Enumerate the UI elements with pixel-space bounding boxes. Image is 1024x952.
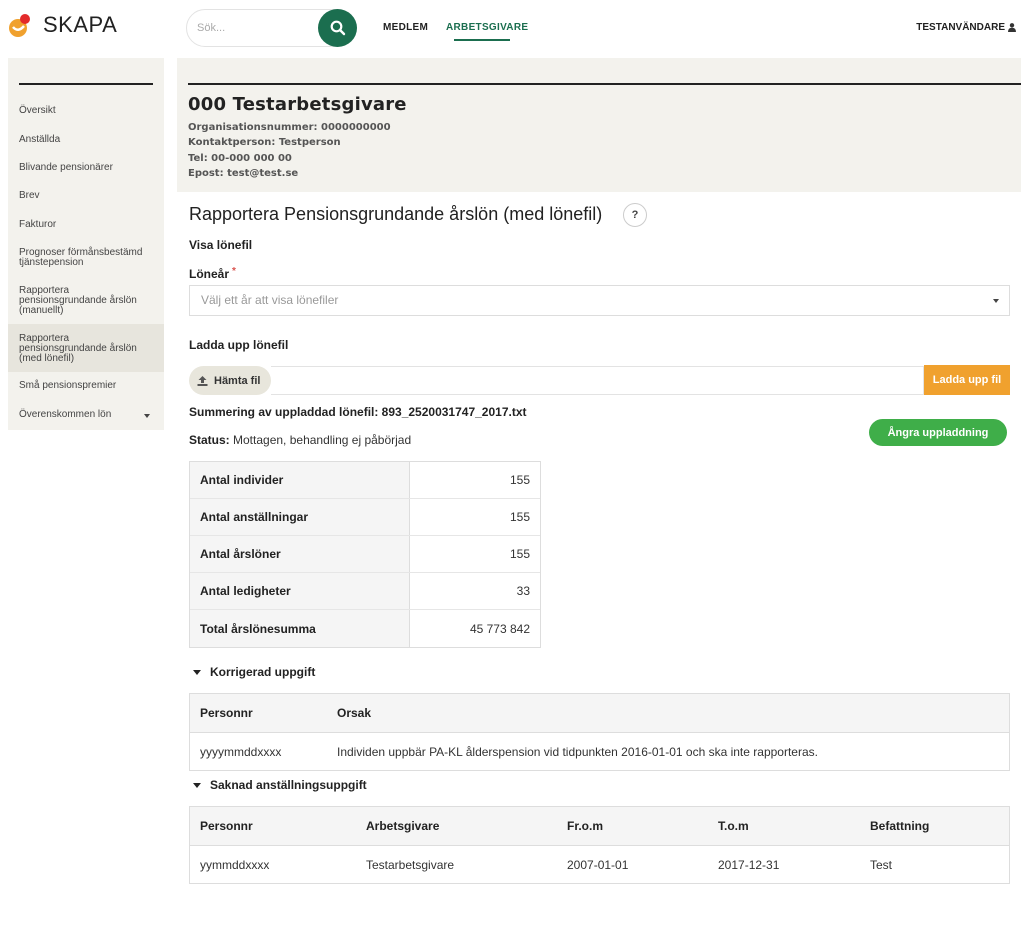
table-row: Total årslönesumma 45 773 842 <box>190 610 540 647</box>
salary-year-label: Löneår * <box>189 266 236 281</box>
salary-year-select[interactable]: Välj ett år att visa lönefiler <box>189 285 1010 316</box>
summary-table: Antal individer 155 Antal anställningar … <box>189 461 541 648</box>
column-header: Orsak <box>337 706 372 720</box>
nav-arbetsgivare[interactable]: ARBETSGIVARE <box>446 22 528 33</box>
salary-year-label-text: Löneår <box>189 267 230 281</box>
table-cell: yymmddxxxx <box>200 857 270 872</box>
table-cell: Testarbetsgivare <box>366 857 455 872</box>
search-button[interactable] <box>318 9 357 47</box>
upload-heading: Ladda upp lönefil <box>189 338 289 352</box>
employer-phone: Tel: 00-000 000 00 <box>188 153 292 164</box>
table-cell: 2017-12-31 <box>718 857 780 872</box>
help-button[interactable]: ? <box>623 203 647 227</box>
browse-file-label: Hämta fil <box>214 374 261 387</box>
nav-medlem[interactable]: MEDLEM <box>383 22 428 33</box>
chevron-down-icon <box>993 299 999 303</box>
stat-key: Antal individer <box>190 462 410 498</box>
column-header: Fr.o.m <box>567 819 604 833</box>
stat-value: 155 <box>509 510 530 524</box>
chevron-down-icon <box>144 414 150 418</box>
stat-key: Antal årslöner <box>190 536 410 572</box>
employer-title: 000 Testarbetsgivare <box>188 94 407 115</box>
banner-divider <box>188 83 1021 85</box>
table-row: Antal anställningar 155 <box>190 499 540 536</box>
column-header: Befattning <box>870 819 930 833</box>
employer-contact: Kontaktperson: Testperson <box>188 137 341 148</box>
table-header: Personnr Orsak <box>190 694 1009 733</box>
corrected-table: Personnr Orsak yyyymmddxxxx Individen up… <box>189 693 1010 771</box>
top-header: SKAPA MEDLEM ARBETSGIVARE TESTANVÄNDARE <box>0 0 1024 58</box>
sidebar-item-brev[interactable]: Brev <box>8 191 164 201</box>
upload-status: Status: Mottagen, behandling ej påbörjad <box>189 433 411 447</box>
sidebar-item-label: Överenskommen lön <box>19 409 112 420</box>
logo-icon <box>7 12 33 38</box>
sidebar-item-anstallda[interactable]: Anställda <box>8 135 164 145</box>
status-value: Mottagen, behandling ej påbörjad <box>233 433 412 447</box>
search-icon <box>330 20 345 36</box>
user-menu[interactable]: TESTANVÄNDARE <box>916 22 1016 33</box>
view-salary-file-heading: Visa lönefil <box>189 238 253 252</box>
missing-section-toggle[interactable]: Saknad anställningsuppgift <box>193 778 367 792</box>
stat-value: 155 <box>509 547 530 561</box>
corrected-section-toggle[interactable]: Korrigerad uppgift <box>193 665 315 679</box>
sidebar-item-prognoser[interactable]: Prognoser förmånsbestämd tjänstepension <box>8 248 148 268</box>
required-marker: * <box>232 266 236 277</box>
table-row: yyyymmddxxxx Individen uppbär PA-KL ålde… <box>190 733 1009 770</box>
sidebar-item-blivande-pensionarer[interactable]: Blivande pensionärer <box>8 163 164 173</box>
employer-banner: 000 Testarbetsgivare Organisationsnummer… <box>177 58 1021 192</box>
file-name-field[interactable] <box>271 366 924 395</box>
column-header: T.o.m <box>718 819 749 833</box>
table-cell: Test <box>870 857 893 872</box>
table-row: Antal årslöner 155 <box>190 536 540 573</box>
upload-row: Hämta fil Ladda upp fil <box>189 365 1010 395</box>
stat-key: Total årslönesumma <box>190 610 410 647</box>
table-row: Antal individer 155 <box>190 462 540 499</box>
salary-year-placeholder: Välj ett år att visa lönefiler <box>201 293 339 307</box>
missing-heading: Saknad anställningsuppgift <box>210 778 367 792</box>
brand-name: SKAPA <box>43 12 118 37</box>
browse-file-button[interactable]: Hämta fil <box>189 366 271 395</box>
sidebar-item-fakturor[interactable]: Fakturor <box>8 220 164 230</box>
column-header: Personnr <box>200 819 253 833</box>
stat-value: 155 <box>509 473 530 487</box>
table-cell: yyyymmddxxxx <box>200 744 282 759</box>
logo[interactable]: SKAPA <box>7 12 117 38</box>
stat-value: 33 <box>516 584 530 598</box>
user-name: TESTANVÄNDARE <box>916 22 1005 33</box>
column-header: Arbetsgivare <box>366 819 440 833</box>
table-header: Personnr Arbetsgivare Fr.o.m T.o.m Befat… <box>190 807 1009 846</box>
table-cell: Individen uppbär PA-KL ålderspension vid… <box>337 744 818 759</box>
status-label: Status: <box>189 433 230 447</box>
missing-table: Personnr Arbetsgivare Fr.o.m T.o.m Befat… <box>189 806 1010 884</box>
stat-value: 45 773 842 <box>469 621 530 636</box>
upload-summary: Summering av uppladdad lönefil: 893_2520… <box>189 405 527 419</box>
sidebar: Översikt Anställda Blivande pensionärer … <box>8 58 164 430</box>
sidebar-item-rapportera-lonefil[interactable]: Rapportera pensionsgrundande årslön (med… <box>8 324 164 372</box>
caret-down-icon <box>193 782 201 788</box>
table-row: Antal ledigheter 33 <box>190 573 540 610</box>
sidebar-divider <box>19 83 153 85</box>
sidebar-item-rapportera-manuellt[interactable]: Rapportera pensionsgrundande årslön (man… <box>8 286 143 316</box>
stat-key: Antal ledigheter <box>190 573 410 609</box>
employer-email: Epost: test@test.se <box>188 168 299 179</box>
undo-upload-button[interactable]: Ångra uppladdning <box>869 419 1007 446</box>
stat-key: Antal anställningar <box>190 499 410 535</box>
upload-icon <box>197 375 208 386</box>
column-header: Personnr <box>200 706 253 720</box>
sidebar-item-overenskommen-lon[interactable]: Överenskommen lön <box>8 410 164 420</box>
corrected-heading: Korrigerad uppgift <box>210 665 316 679</box>
search-input[interactable] <box>187 10 322 46</box>
upload-file-button[interactable]: Ladda upp fil <box>924 365 1010 395</box>
user-icon <box>1008 23 1016 32</box>
table-row: yymmddxxxx Testarbetsgivare 2007-01-01 2… <box>190 846 1009 883</box>
page-title: Rapportera Pensionsgrundande årslön (med… <box>189 204 603 224</box>
active-nav-indicator <box>454 39 510 41</box>
employer-org-number: Organisationsnummer: 0000000000 <box>188 122 391 133</box>
sidebar-item-sma-pensionspremier[interactable]: Små pensionspremier <box>8 381 164 391</box>
caret-down-icon <box>193 669 201 675</box>
table-cell: 2007-01-01 <box>567 857 629 872</box>
sidebar-item-oversikt[interactable]: Översikt <box>8 106 164 116</box>
